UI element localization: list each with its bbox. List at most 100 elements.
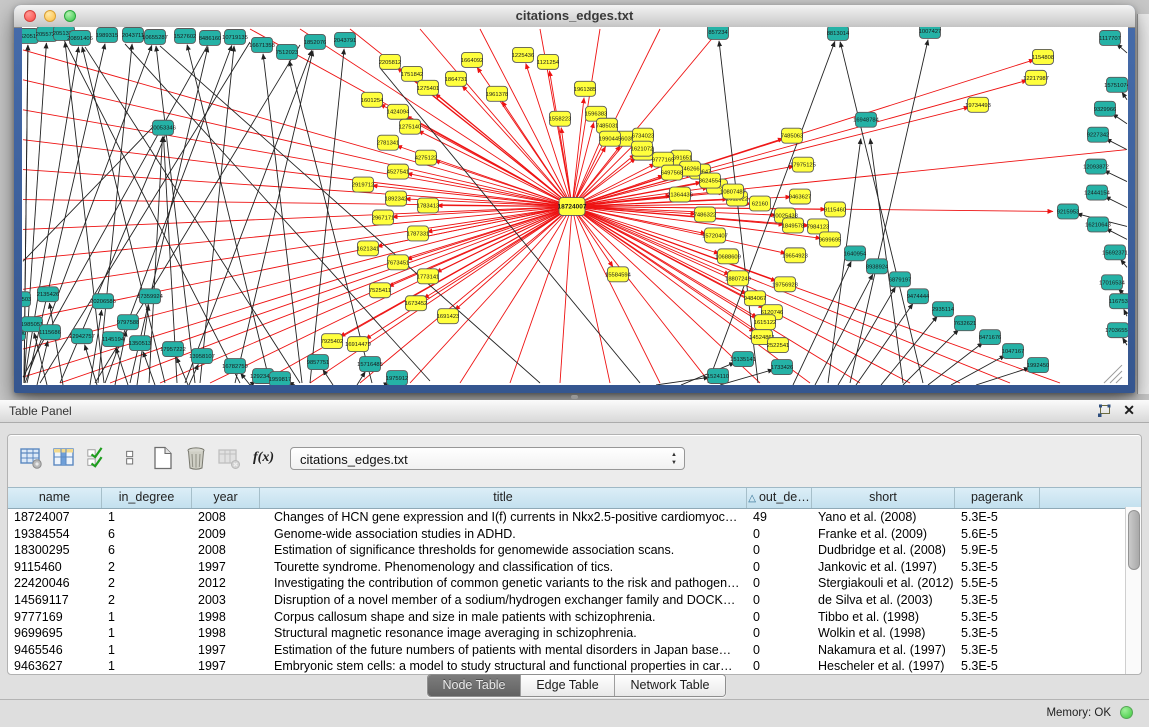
tab-network-table[interactable]: Network Table: [614, 675, 725, 696]
graph-node[interactable]: 9699695: [819, 232, 842, 247]
graph-node[interactable]: 1864731: [445, 71, 468, 86]
graph-node[interactable]: 4275122: [415, 150, 438, 165]
graph-node[interactable]: 12942757: [69, 329, 95, 344]
graph-node[interactable]: 10719135: [222, 29, 248, 44]
graph-node[interactable]: 1424094: [387, 104, 410, 119]
graph-node[interactable]: 1225436: [512, 47, 535, 62]
graph-node[interactable]: 2135426: [37, 287, 60, 302]
graph-node[interactable]: 19654923: [782, 248, 808, 263]
delete-table-button[interactable]: [184, 446, 208, 470]
graph-node[interactable]: 1989315: [96, 27, 119, 42]
create-table-button[interactable]: [151, 446, 175, 470]
graph-node[interactable]: 2919712: [352, 177, 375, 192]
graph-node[interactable]: 16210643: [1085, 217, 1111, 232]
graph-node[interactable]: 9857751: [307, 355, 330, 370]
network-canvas[interactable]: 2620519205572420513202089140619893152043…: [22, 27, 1128, 385]
graph-node[interactable]: 1117707: [1099, 30, 1121, 45]
graph-node[interactable]: 9474444: [907, 289, 930, 304]
graph-node[interactable]: 9329966: [1094, 101, 1117, 116]
column-header-name[interactable]: name: [8, 488, 102, 508]
table-row[interactable]: 1456911722003Disruption of a novel membe…: [8, 592, 1141, 609]
table-row[interactable]: 946554611997Estimation of the future num…: [8, 642, 1141, 659]
graph-node[interactable]: 1733426: [771, 360, 794, 375]
table-row[interactable]: 1830029562008Estimation of significance …: [8, 542, 1141, 559]
graph-node[interactable]: 1961378: [486, 86, 509, 101]
graph-node[interactable]: 15716485: [357, 357, 383, 372]
graph-node[interactable]: 12444154: [1084, 185, 1111, 200]
table-row[interactable]: 977716911998Corpus callosum shape and si…: [8, 609, 1141, 626]
graph-node[interactable]: 8486160: [199, 30, 222, 45]
graph-node[interactable]: 1621072: [631, 141, 654, 156]
graph-node[interactable]: 17957222: [160, 342, 186, 357]
graph-node[interactable]: 16914479: [345, 337, 371, 352]
graph-node[interactable]: 1350513: [129, 336, 152, 351]
graph-node[interactable]: 1852076: [304, 34, 327, 49]
graph-node[interactable]: 2967171: [372, 210, 395, 225]
graph-node[interactable]: 9115460: [824, 202, 846, 217]
column-header-year[interactable]: year: [192, 488, 260, 508]
graph-node[interactable]: 857234: [708, 27, 729, 39]
graph-node[interactable]: 2935114: [932, 302, 955, 317]
window-titlebar[interactable]: citations_edges.txt: [14, 5, 1135, 28]
graph-node[interactable]: 8813014: [827, 27, 850, 40]
graph-node[interactable]: 10807487: [720, 184, 746, 199]
show-columns-button[interactable]: [52, 446, 76, 470]
graph-node[interactable]: 1787331: [407, 226, 430, 241]
graph-node[interactable]: 1121254: [537, 54, 560, 69]
graph-node[interactable]: 2205812: [379, 54, 402, 69]
graph-node[interactable]: 20206586: [90, 294, 116, 309]
graph-node[interactable]: 7486322: [694, 207, 717, 222]
graph-node[interactable]: 1601254: [361, 92, 384, 107]
graph-node[interactable]: 2522541: [767, 338, 790, 353]
graph-node[interactable]: 2043711: [122, 27, 144, 42]
graph-node[interactable]: 1892342: [385, 191, 408, 206]
graph-node[interactable]: 9215953: [1057, 204, 1080, 219]
graph-node[interactable]: 15720407: [702, 228, 728, 243]
graph-node[interactable]: 1007427: [919, 27, 942, 38]
graph-node[interactable]: 15584594: [605, 267, 632, 282]
graph-node[interactable]: 1691423: [437, 309, 460, 324]
graph-node[interactable]: 1145194: [102, 332, 125, 347]
graph-node[interactable]: 1621341: [357, 241, 380, 256]
graph-node[interactable]: 9484067: [744, 291, 767, 306]
graph-node[interactable]: 18724007: [558, 198, 587, 216]
row-height-button[interactable]: [118, 446, 142, 470]
table-source-select[interactable]: citations_edges.txt ▲▼: [290, 447, 685, 470]
graph-node[interactable]: 19734493: [965, 97, 991, 112]
graph-node[interactable]: 3624554: [699, 173, 722, 188]
graph-node[interactable]: 16671358: [249, 37, 275, 52]
graph-node[interactable]: 15751074: [1104, 77, 1128, 92]
table-row[interactable]: 911546021997Tourette syndrome. Phenomeno…: [8, 559, 1141, 576]
graph-node[interactable]: 8938924: [866, 259, 889, 274]
graph-node[interactable]: 1849578: [782, 218, 805, 233]
graph-node[interactable]: 1524110: [707, 369, 729, 384]
graph-node[interactable]: 1990445: [599, 131, 622, 146]
tab-edge-table[interactable]: Edge Table: [520, 675, 614, 696]
graph-node[interactable]: 1664092: [461, 52, 484, 67]
table-panel-header[interactable]: Table Panel ✕: [0, 400, 1149, 423]
graph-node[interactable]: 2520503: [22, 292, 31, 307]
graph-node[interactable]: 9463627: [789, 189, 812, 204]
graph-node[interactable]: 7925402: [321, 334, 344, 349]
graph-node[interactable]: 1751842: [401, 66, 424, 81]
graph-node[interactable]: 17359924: [137, 289, 164, 304]
graph-node[interactable]: 1992450: [1027, 358, 1050, 373]
column-header-in_degree[interactable]: in_degree: [102, 488, 192, 508]
graph-node[interactable]: 9797588: [117, 315, 140, 330]
graph-node[interactable]: 21364436: [667, 187, 693, 202]
table-row[interactable]: 2242004622012Investigating the contribut…: [8, 575, 1141, 592]
graph-node[interactable]: 4527541: [387, 164, 410, 179]
graph-node[interactable]: 10688609: [715, 249, 741, 264]
graph-node[interactable]: 1673452: [405, 296, 428, 311]
graph-node[interactable]: 1783413: [417, 198, 440, 213]
function-builder-button[interactable]: f(x): [253, 450, 274, 466]
graph-node[interactable]: 10655287: [142, 29, 168, 44]
tab-node-table[interactable]: Node Table: [428, 675, 520, 696]
graph-node[interactable]: 1959817: [269, 372, 292, 385]
graph-node[interactable]: 7525411: [369, 283, 391, 298]
graph-node[interactable]: 7673451: [387, 255, 410, 270]
graph-node[interactable]: 8471676: [979, 330, 1002, 345]
graph-node[interactable]: 1154808: [1032, 49, 1054, 64]
graph-node[interactable]: 17036554: [1105, 323, 1128, 338]
memory-status-label[interactable]: Memory: OK: [1046, 707, 1111, 719]
